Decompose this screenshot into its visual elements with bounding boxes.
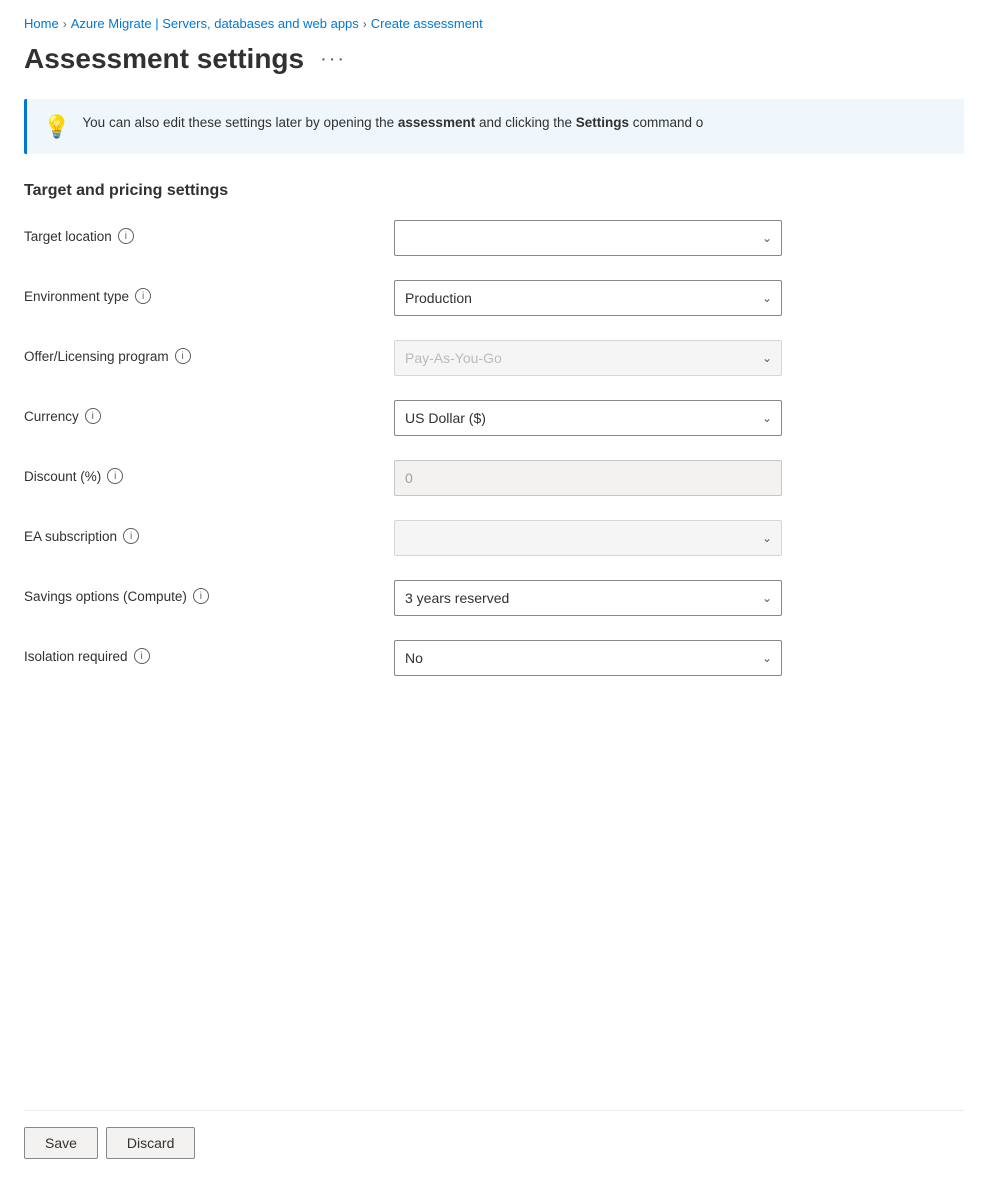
breadcrumb-home[interactable]: Home — [24, 16, 59, 31]
breadcrumb: Home › Azure Migrate | Servers, database… — [24, 16, 964, 31]
offer-licensing-info-icon[interactable]: i — [175, 348, 191, 364]
ea-subscription-control: ⌄ — [394, 520, 782, 556]
bulb-icon: 💡 — [43, 114, 70, 140]
section-title: Target and pricing settings — [24, 182, 964, 200]
breadcrumb-azure-migrate[interactable]: Azure Migrate | Servers, databases and w… — [71, 16, 359, 31]
discount-input[interactable] — [394, 460, 782, 496]
more-options-button[interactable]: ··· — [316, 44, 350, 75]
info-banner: 💡 You can also edit these settings later… — [24, 99, 964, 154]
ea-subscription-info-icon[interactable]: i — [123, 528, 139, 544]
breadcrumb-create-assessment[interactable]: Create assessment — [371, 16, 483, 31]
discard-button[interactable]: Discard — [106, 1127, 195, 1159]
isolation-required-control: No Yes ⌄ — [394, 640, 782, 676]
currency-control: US Dollar ($) Euro (€) British Pound (£)… — [394, 400, 782, 436]
isolation-required-info-icon[interactable]: i — [134, 648, 150, 664]
currency-info-icon[interactable]: i — [85, 408, 101, 424]
target-location-row: Target location i East US West US East U… — [24, 220, 964, 256]
isolation-required-row: Isolation required i No Yes ⌄ — [24, 640, 964, 676]
target-location-control: East US West US East US 2 West Europe ⌄ — [394, 220, 782, 256]
environment-type-label: Environment type i — [24, 280, 394, 304]
ea-subscription-select[interactable] — [394, 520, 782, 556]
page-header: Assessment settings ··· — [24, 43, 964, 75]
offer-licensing-control: Pay-As-You-Go ⌄ — [394, 340, 782, 376]
page-title: Assessment settings — [24, 43, 304, 75]
target-location-info-icon[interactable]: i — [118, 228, 134, 244]
target-location-select[interactable]: East US West US East US 2 West Europe — [394, 220, 782, 256]
savings-options-select[interactable]: 3 years reserved 1 year reserved Pay-as-… — [394, 580, 782, 616]
target-location-label: Target location i — [24, 220, 394, 244]
environment-type-info-icon[interactable]: i — [135, 288, 151, 304]
savings-options-label: Savings options (Compute) i — [24, 580, 394, 604]
breadcrumb-sep-1: › — [63, 17, 67, 31]
savings-options-info-icon[interactable]: i — [193, 588, 209, 604]
currency-row: Currency i US Dollar ($) Euro (€) Britis… — [24, 400, 964, 436]
info-banner-text: You can also edit these settings later b… — [82, 113, 703, 133]
form-section: Target and pricing settings Target locat… — [24, 182, 964, 905]
discount-control — [394, 460, 782, 496]
environment-type-row: Environment type i Production Dev/Test ⌄ — [24, 280, 964, 316]
ea-subscription-label: EA subscription i — [24, 520, 394, 544]
currency-label: Currency i — [24, 400, 394, 424]
discount-info-icon[interactable]: i — [107, 468, 123, 484]
ea-subscription-row: EA subscription i ⌄ — [24, 520, 964, 556]
environment-type-select[interactable]: Production Dev/Test — [394, 280, 782, 316]
savings-options-control: 3 years reserved 1 year reserved Pay-as-… — [394, 580, 782, 616]
footer: Save Discard — [24, 1110, 964, 1183]
isolation-required-label: Isolation required i — [24, 640, 394, 664]
environment-type-control: Production Dev/Test ⌄ — [394, 280, 782, 316]
currency-select[interactable]: US Dollar ($) Euro (€) British Pound (£) — [394, 400, 782, 436]
savings-options-row: Savings options (Compute) i 3 years rese… — [24, 580, 964, 616]
breadcrumb-sep-2: › — [363, 17, 367, 31]
discount-label: Discount (%) i — [24, 460, 394, 484]
offer-licensing-label: Offer/Licensing program i — [24, 340, 394, 364]
isolation-required-select[interactable]: No Yes — [394, 640, 782, 676]
save-button[interactable]: Save — [24, 1127, 98, 1159]
offer-licensing-row: Offer/Licensing program i Pay-As-You-Go … — [24, 340, 964, 376]
offer-licensing-select[interactable]: Pay-As-You-Go — [394, 340, 782, 376]
discount-row: Discount (%) i — [24, 460, 964, 496]
